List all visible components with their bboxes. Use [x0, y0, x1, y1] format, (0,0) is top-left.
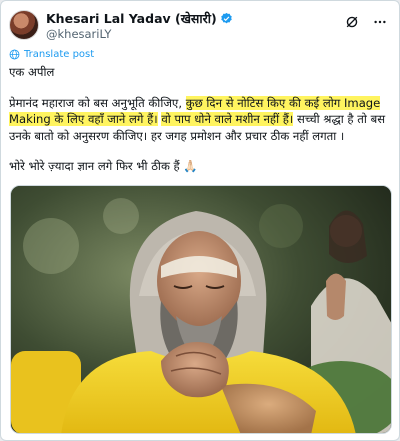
translate-post-link[interactable]: Translate post [9, 49, 94, 60]
author-avatar[interactable] [9, 10, 39, 40]
highlighted-text-2: वो पाप धोने वाले मशीन नहीं हैं। [161, 112, 294, 127]
translate-post-label[interactable]: Translate post [24, 49, 94, 60]
author-handle[interactable]: @khesariLY [46, 27, 233, 42]
post-text: एक अपील प्रेमानंद महाराज को बस अनुभूति क… [9, 64, 393, 175]
post-card: Khesari Lal Yadav (खेसारी) @khesariLY Tr… [0, 0, 400, 441]
header-actions [345, 14, 387, 28]
post-image[interactable] [10, 185, 392, 434]
grok-icon[interactable] [345, 14, 359, 28]
author-display-name[interactable]: Khesari Lal Yadav (खेसारी) [46, 11, 233, 26]
author-display-name-text[interactable]: Khesari Lal Yadav (खेसारी) [46, 11, 217, 26]
post-paragraph-1: एक अपील [9, 65, 55, 79]
post-text-segment: प्रेमानंद महाराज को बस अनुभूति कीजिए, [9, 95, 186, 110]
sadhu-photo [11, 186, 391, 433]
globe-icon [9, 49, 20, 60]
post-paragraph-3: भोरे भोरे ज़्यादा ज्ञान लगे फिर भी ठीक ह… [9, 159, 198, 174]
more-icon[interactable] [373, 14, 387, 28]
author-names: Khesari Lal Yadav (खेसारी) @khesariLY [46, 11, 233, 42]
post-header: Khesari Lal Yadav (खेसारी) @khesariLY [9, 10, 391, 44]
verified-badge-icon [220, 12, 232, 24]
post-paragraph-2: प्रेमानंद महाराज को बस अनुभूति कीजिए, कु… [9, 95, 393, 145]
